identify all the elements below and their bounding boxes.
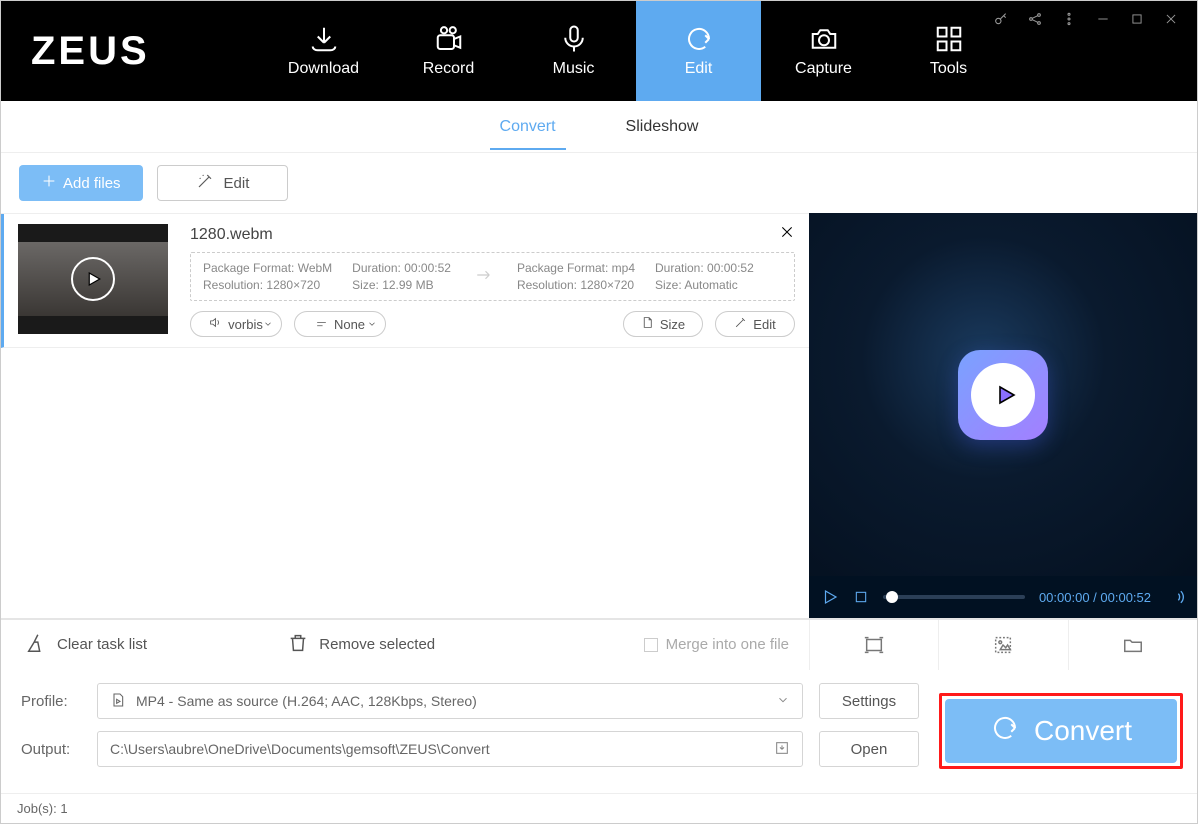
output-label: Output: (21, 741, 81, 758)
chevron-down-icon (367, 317, 377, 332)
output-form: Profile: MP4 - Same as source (H.264; AA… (1, 669, 939, 793)
nav-record[interactable]: Record (386, 1, 511, 101)
profile-dropdown[interactable]: MP4 - Same as source (H.264; AAC, 128Kbp… (97, 683, 803, 719)
nav-label: Tools (930, 60, 967, 78)
size-button[interactable]: Size (623, 311, 703, 337)
nav-label: Record (423, 60, 475, 78)
nav-label: Capture (795, 60, 852, 78)
preview-canvas[interactable] (809, 213, 1197, 576)
preview-play-badge (958, 350, 1048, 440)
file-name: 1280.webm (190, 226, 795, 244)
subtitle-dropdown[interactable]: None (294, 311, 386, 337)
convert-icon (990, 713, 1020, 750)
nav-label: Download (288, 60, 359, 78)
subtabs: Convert Slideshow (1, 101, 1197, 153)
snapshot-button[interactable] (809, 620, 938, 670)
statusbar: Job(s): 1 (1, 793, 1197, 823)
file-list: 1280.webm Package Format: WebM Resolutio… (1, 213, 809, 618)
clear-task-list-button[interactable]: Clear task list (1, 632, 171, 658)
app-logo: ZEUS (31, 29, 261, 74)
chevron-down-icon (776, 693, 790, 710)
camera-icon (809, 24, 839, 54)
preview-tools (809, 620, 1197, 670)
nav-download[interactable]: Download (261, 1, 386, 101)
play-button[interactable] (821, 588, 839, 606)
seek-handle[interactable] (886, 591, 898, 603)
convert-highlight: Convert (939, 693, 1183, 769)
menu-dots-icon[interactable] (1061, 11, 1077, 27)
main-nav: Download Record Music Edit Capture Tools (261, 1, 1011, 101)
camcorder-icon (434, 24, 464, 54)
video-file-icon (110, 692, 126, 711)
save-icon (774, 740, 790, 759)
button-label: Edit (224, 175, 250, 192)
profile-label: Profile: (21, 693, 81, 710)
file-metadata: Package Format: WebM Resolution: 1280×72… (190, 252, 795, 301)
audio-codec-dropdown[interactable]: vorbis (190, 311, 282, 337)
share-icon[interactable] (1027, 11, 1043, 27)
play-icon (71, 257, 115, 301)
stop-button[interactable] (853, 589, 869, 605)
wand-icon (734, 316, 747, 332)
seek-bar[interactable] (883, 595, 1025, 599)
window-controls (993, 11, 1179, 27)
convert-icon (684, 24, 714, 54)
nav-capture[interactable]: Capture (761, 1, 886, 101)
button-label: Add files (63, 175, 121, 192)
speaker-icon (209, 316, 222, 332)
nav-music[interactable]: Music (511, 1, 636, 101)
player-bar: 00:00:00 / 00:00:52 (809, 576, 1197, 618)
bottom-bar: Clear task list Remove selected Merge in… (1, 619, 1197, 669)
edit-file-button[interactable]: Edit (715, 311, 795, 337)
job-count: Job(s): 1 (17, 801, 68, 816)
nav-edit[interactable]: Edit (636, 1, 761, 101)
nav-label: Music (553, 60, 595, 78)
key-icon[interactable] (993, 11, 1009, 27)
minimize-button[interactable] (1095, 11, 1111, 27)
open-folder-button[interactable] (1068, 620, 1197, 670)
remove-file-button[interactable] (779, 224, 795, 245)
remove-selected-button[interactable]: Remove selected (263, 632, 459, 658)
add-files-button[interactable]: Add files (19, 165, 143, 201)
edit-button[interactable]: Edit (157, 165, 289, 201)
preview-panel: 00:00:00 / 00:00:52 (809, 213, 1197, 618)
download-icon (309, 24, 339, 54)
file-icon (641, 316, 654, 332)
crop-button[interactable] (938, 620, 1067, 670)
output-path-field[interactable]: C:\Users\aubre\OneDrive\Documents\gemsof… (97, 731, 803, 767)
arrow-icon (471, 266, 497, 287)
close-button[interactable] (1163, 11, 1179, 27)
maximize-button[interactable] (1129, 11, 1145, 27)
checkbox-icon (644, 638, 658, 652)
plus-icon (41, 173, 57, 193)
wand-icon (196, 172, 214, 194)
convert-button[interactable]: Convert (945, 699, 1177, 763)
timecode: 00:00:00 / 00:00:52 (1039, 590, 1151, 605)
file-thumbnail[interactable] (18, 224, 168, 334)
chevron-down-icon (263, 317, 273, 332)
volume-button[interactable] (1165, 587, 1185, 607)
nav-label: Edit (685, 60, 713, 78)
file-row[interactable]: 1280.webm Package Format: WebM Resolutio… (1, 214, 809, 348)
file-details: 1280.webm Package Format: WebM Resolutio… (190, 224, 795, 337)
apps-icon (934, 24, 964, 54)
subtitle-icon (315, 316, 328, 332)
broom-icon (25, 632, 47, 658)
microphone-icon (559, 24, 589, 54)
toolbar: Add files Edit (1, 153, 1197, 213)
settings-button[interactable]: Settings (819, 683, 919, 719)
merge-checkbox[interactable]: Merge into one file (644, 636, 809, 653)
pill-row: vorbis None Size Edit (190, 311, 795, 337)
content-area: 1280.webm Package Format: WebM Resolutio… (1, 213, 1197, 619)
tab-convert[interactable]: Convert (500, 104, 556, 150)
trash-icon (287, 632, 309, 658)
tab-slideshow[interactable]: Slideshow (626, 104, 699, 150)
titlebar: ZEUS Download Record Music Edit Capture … (1, 1, 1197, 101)
open-output-button[interactable]: Open (819, 731, 919, 767)
